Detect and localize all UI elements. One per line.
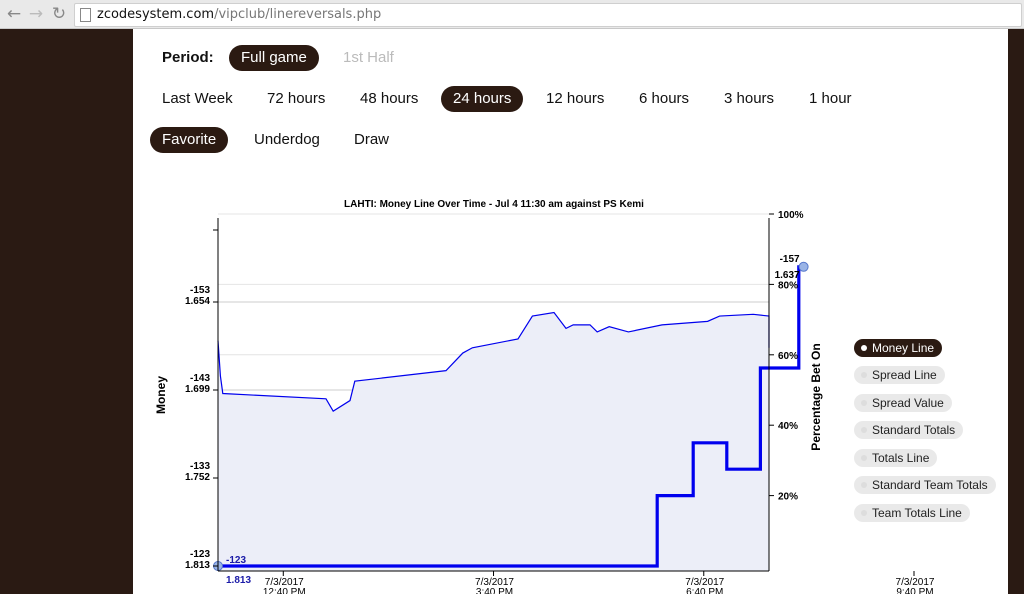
reload-icon[interactable]: ↻ — [49, 4, 69, 24]
dot-icon — [861, 482, 867, 488]
right-tick-label: 20% — [778, 492, 798, 503]
legend-spread-line[interactable]: Spread Line — [854, 366, 945, 384]
left-tick-label: 1.699 — [185, 384, 210, 395]
left-tick-label: -143 — [190, 373, 210, 384]
y2-axis-label: Percentage Bet On — [809, 343, 823, 450]
legend-standard-totals[interactable]: Standard Totals — [854, 421, 964, 439]
legend-spread-value[interactable]: Spread Value — [854, 394, 952, 412]
y-axis-label: Money — [154, 376, 168, 414]
right-tick-label: 100% — [778, 210, 804, 221]
back-icon[interactable]: ← — [4, 4, 24, 24]
left-tick-label: 1.654 — [185, 296, 210, 307]
dot-icon — [861, 400, 867, 406]
left-tick-label: -123 — [190, 549, 210, 560]
x-tick-label: 9:40 PM — [896, 587, 933, 594]
x-tick-label: 3:40 PM — [476, 587, 513, 594]
left-tick-label: -153 — [190, 285, 210, 296]
legend-team-totals-line[interactable]: Team Totals Line — [854, 504, 970, 522]
start-odds-label: 1.813 — [226, 575, 251, 586]
left-axis-ticks: -1531.654 -1431.699 -1331.752 -1231.813 — [185, 229, 218, 571]
legend-totals-line[interactable]: Totals Line — [854, 449, 938, 467]
left-tick-label: -133 — [190, 461, 210, 472]
page-background: Period: Full game 1st Half Last Week 72 … — [0, 29, 1024, 594]
selected-dot-icon — [861, 345, 867, 351]
end-odds-label: 1.637 — [775, 270, 800, 281]
end-point — [798, 261, 809, 272]
start-value-label: -123 — [226, 555, 246, 566]
url-text: zcodesystem.com/vipclub/linereversals.ph… — [97, 7, 382, 22]
x-tick-label: 12:40 PM — [263, 587, 306, 594]
dot-icon — [861, 372, 867, 378]
left-tick-label: 1.752 — [185, 472, 210, 483]
left-tick-label: 1.813 — [185, 560, 210, 571]
end-value-label: -157 — [780, 254, 800, 265]
dot-icon — [861, 510, 867, 516]
x-tick-label: 6:40 PM — [686, 587, 723, 594]
right-tick-label: 40% — [778, 421, 798, 432]
right-tick-label: 80% — [778, 280, 798, 291]
browser-toolbar: ← → ↻ zcodesystem.com/vipclub/linerevers… — [0, 0, 1024, 29]
legend-money-line[interactable]: Money Line — [854, 339, 943, 357]
right-tick-label: 60% — [778, 351, 798, 362]
page-icon — [80, 8, 91, 22]
chart-title: LAHTI: Money Line Over Time - Jul 4 11:3… — [344, 199, 644, 210]
legend-standard-team-totals[interactable]: Standard Team Totals — [854, 476, 996, 494]
dot-icon — [861, 427, 867, 433]
x-axis-ticks: 7/3/201712:40 PM7/3/20173:40 PM7/3/20176… — [263, 571, 935, 594]
forward-icon[interactable]: → — [26, 4, 46, 24]
address-bar[interactable]: zcodesystem.com/vipclub/linereversals.ph… — [74, 3, 1022, 27]
dot-icon — [861, 455, 867, 461]
